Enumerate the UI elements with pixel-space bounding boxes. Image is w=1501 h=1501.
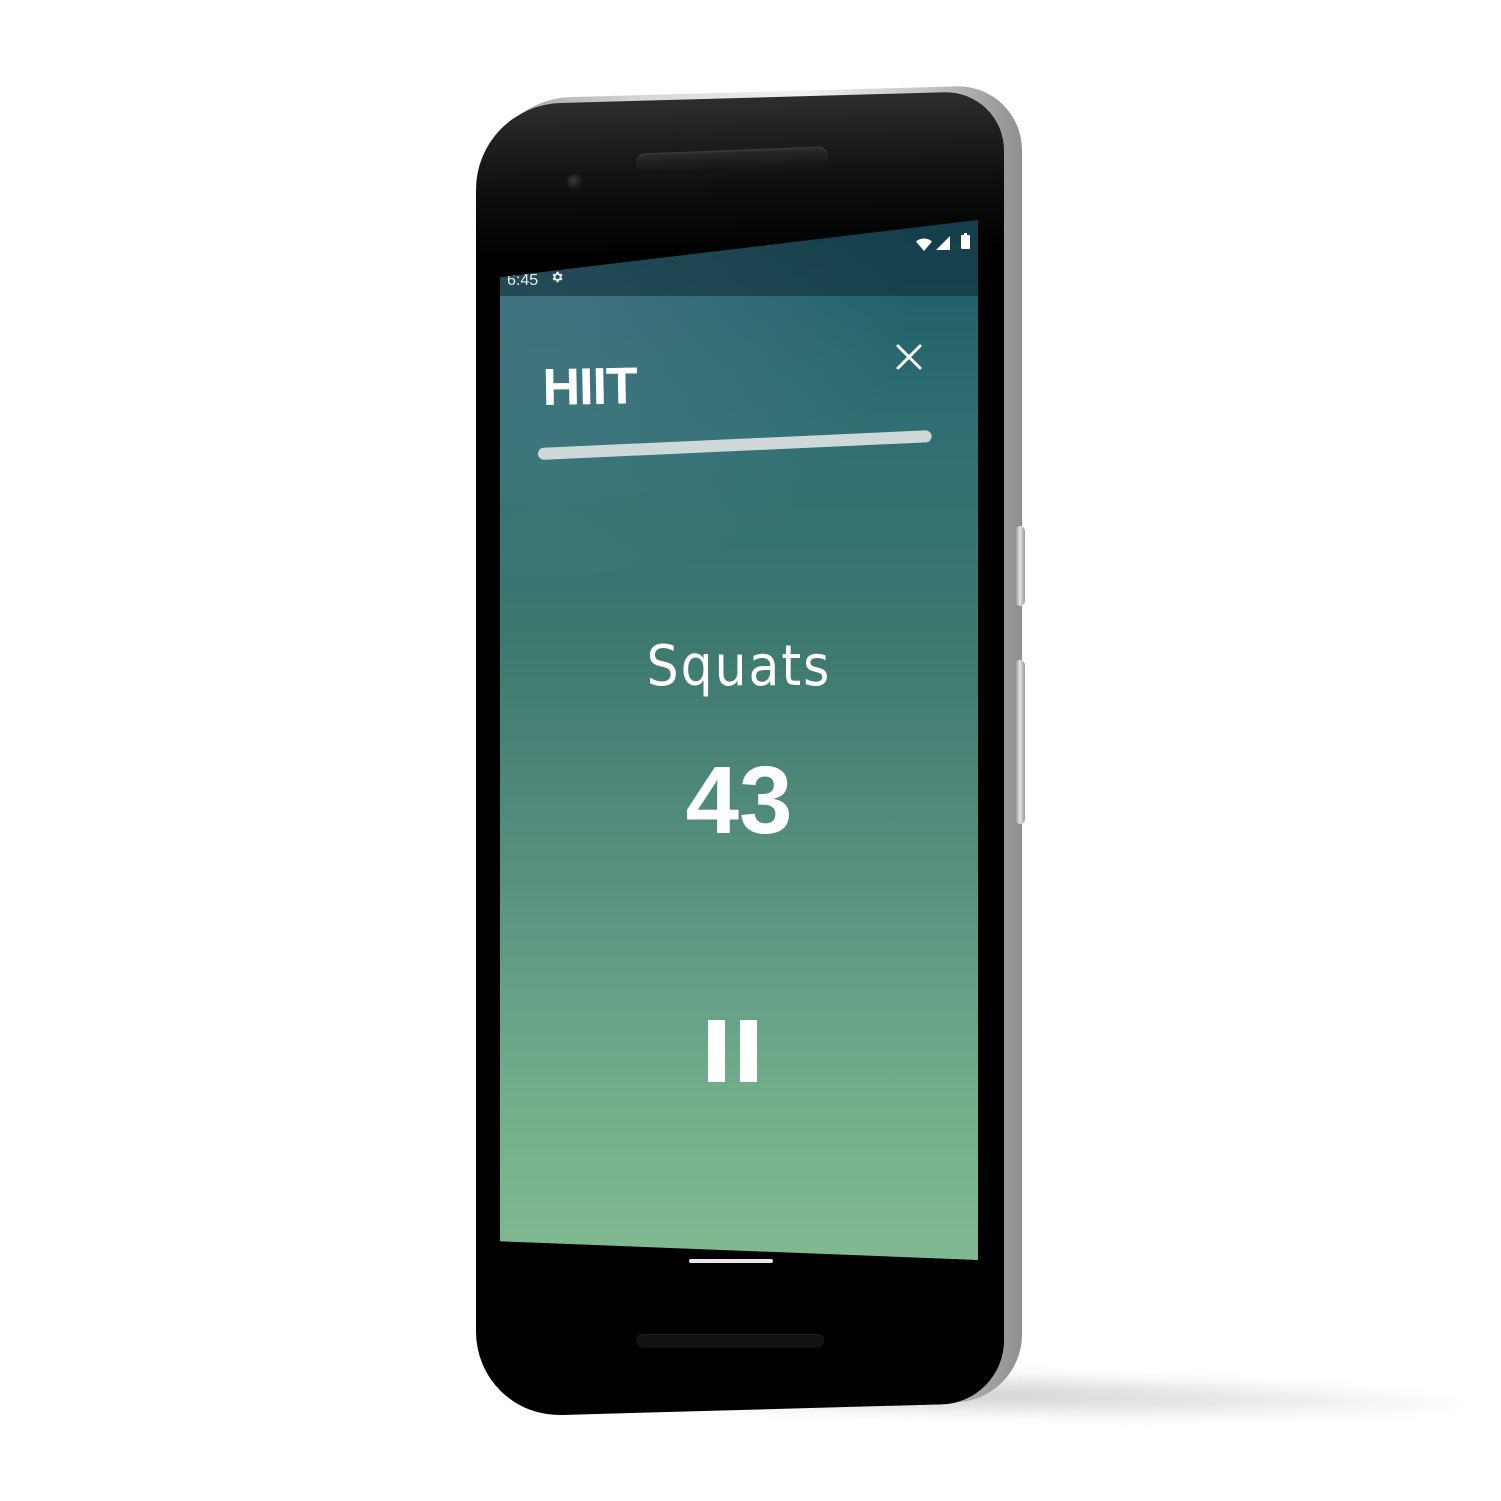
pause-button[interactable]: [702, 1016, 766, 1088]
close-icon[interactable]: [892, 340, 926, 374]
bottom-speaker: [636, 1334, 824, 1348]
app-screen: 6:45 HIIT Squats 43: [500, 220, 978, 1260]
workout-title: HIIT: [542, 357, 638, 417]
signal-icon: [936, 236, 950, 250]
battery-icon: [961, 233, 970, 249]
pause-icon: [708, 1020, 725, 1082]
settings-icon: [552, 271, 563, 283]
volume-button: [1015, 660, 1025, 824]
rep-counter: 43: [685, 747, 793, 854]
exercise-name: Squats: [646, 634, 832, 699]
power-button: [1015, 526, 1025, 606]
workout-progress-bar: [537, 430, 932, 460]
device-mockup: 6:45 HIIT Squats 43: [0, 0, 1501, 1501]
wifi-icon: [916, 238, 932, 251]
front-camera: [567, 174, 583, 190]
home-indicator[interactable]: [689, 1259, 773, 1263]
pause-icon: [740, 1020, 757, 1082]
workout-progress-fill: [537, 430, 932, 460]
